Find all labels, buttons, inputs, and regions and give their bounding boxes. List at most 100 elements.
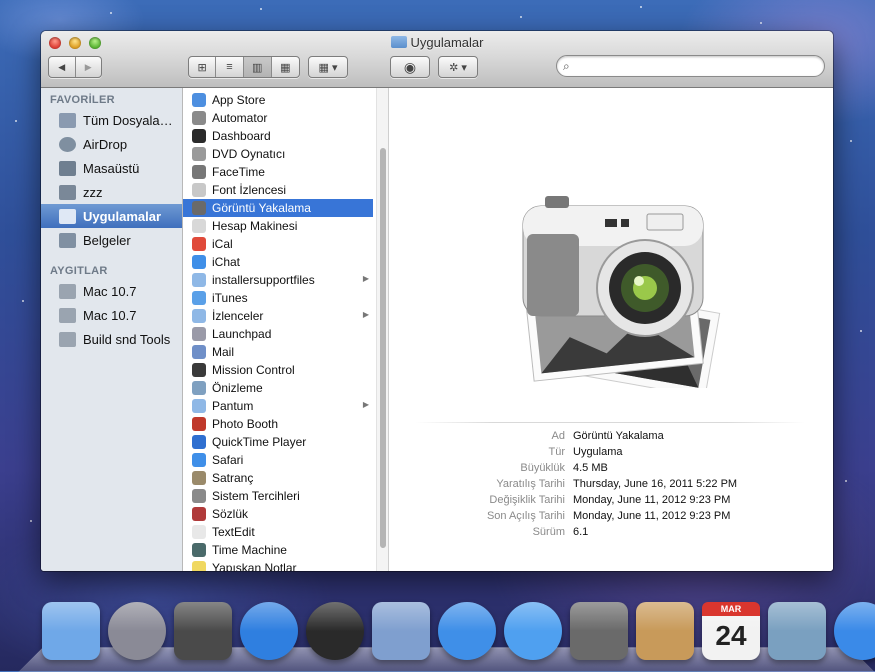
app-icon	[192, 363, 206, 377]
forward-button[interactable]: ▶	[76, 57, 102, 77]
file-row[interactable]: Time Machine	[183, 541, 373, 559]
file-label: iTunes	[212, 291, 248, 305]
file-label: Safari	[212, 453, 244, 467]
iphoto-icon[interactable]	[768, 602, 826, 660]
app-store-icon[interactable]	[240, 602, 298, 660]
info-row: Tür Uygulama	[389, 446, 833, 462]
info-value: 6.1	[573, 526, 589, 538]
file-row[interactable]: Dashboard	[183, 127, 373, 145]
action-button[interactable]: ✲ ▾	[438, 56, 478, 78]
info-row: Yaratılış Tarihi Thursday, June 16, 2011 …	[389, 478, 833, 494]
folder-icon	[390, 36, 407, 48]
file-label: Mission Control	[212, 363, 295, 377]
file-row[interactable]: Photo Booth	[183, 415, 373, 433]
icon-view-button[interactable]: ⊞	[189, 57, 217, 77]
disk-icon	[59, 331, 76, 347]
sidebar-item-disk[interactable]: Build snd Tools	[41, 327, 182, 351]
home-icon	[59, 184, 76, 200]
file-row[interactable]: Satranç	[183, 469, 373, 487]
grid-icon: ⊞	[197, 61, 207, 74]
file-row[interactable]: FaceTime	[183, 163, 373, 181]
scrollbar-thumb[interactable]	[380, 148, 386, 548]
desktop-icon	[59, 160, 76, 176]
launchpad-icon[interactable]	[108, 602, 166, 660]
file-row[interactable]: Launchpad	[183, 325, 373, 343]
file-row[interactable]: Font İzlencesi	[183, 181, 373, 199]
arrange-button[interactable]: ▦ ▾	[308, 56, 348, 78]
info-key: Tür	[548, 446, 566, 458]
dashboard-icon[interactable]	[306, 602, 364, 660]
file-row[interactable]: İzlenceler ▶	[183, 307, 373, 325]
file-row[interactable]: Görüntü Yakalama	[183, 199, 373, 217]
file-row[interactable]: Pantum ▶	[183, 397, 373, 415]
file-row[interactable]: Sistem Tercihleri	[183, 487, 373, 505]
sidebar: FAVORİLER Tüm Dosyala… AirDrop Masaüstü …	[41, 88, 183, 571]
safari-icon[interactable]	[438, 602, 496, 660]
file-row[interactable]: TextEdit	[183, 523, 373, 541]
search-input[interactable]	[579, 58, 818, 74]
file-label: QuickTime Player	[212, 435, 307, 449]
file-row[interactable]: iTunes	[183, 289, 373, 307]
file-row[interactable]: App Store	[183, 91, 373, 109]
toolbar: Uygulamalar ◀ ▶ ⊞ ≡ ▥ ▦ ▦ ▾ ◉ ✲ ▾ ⌕	[41, 31, 833, 88]
file-row[interactable]: DVD Oynatıcı	[183, 145, 373, 163]
sidebar-item-desktop[interactable]: Masaüstü	[41, 156, 182, 180]
list-view-button[interactable]: ≡	[216, 57, 244, 77]
cover-flow-button[interactable]: ▦	[272, 57, 299, 77]
file-row[interactable]: Sözlük	[183, 505, 373, 523]
file-label: Hesap Makinesi	[212, 219, 298, 233]
search-field[interactable]: ⌕	[556, 55, 825, 77]
file-row[interactable]: Mission Control	[183, 361, 373, 379]
file-label: FaceTime	[212, 165, 265, 179]
sidebar-item-all-files[interactable]: Tüm Dosyala…	[41, 108, 182, 132]
search-icon: ⌕	[563, 59, 570, 73]
ical-icon[interactable]: MAR 24	[702, 602, 760, 660]
documents-icon	[59, 232, 76, 248]
file-row[interactable]: iChat	[183, 253, 373, 271]
file-row[interactable]: Automator	[183, 109, 373, 127]
sidebar-item-applications[interactable]: Uygulamalar	[41, 204, 182, 228]
address-book-icon[interactable]	[636, 602, 694, 660]
sidebar-item-airdrop[interactable]: AirDrop	[41, 132, 182, 156]
sidebar-item-home[interactable]: zzz	[41, 180, 182, 204]
file-label: installersupportfiles	[212, 273, 315, 287]
mail-icon[interactable]	[372, 602, 430, 660]
finder-window: Uygulamalar ◀ ▶ ⊞ ≡ ▥ ▦ ▦ ▾ ◉ ✲ ▾ ⌕ FAVO…	[41, 31, 833, 571]
app-icon	[192, 489, 206, 503]
file-label: İzlenceler	[212, 309, 264, 323]
finder-icon[interactable]	[42, 602, 100, 660]
app-icon	[192, 93, 206, 107]
app-icon	[192, 111, 206, 125]
disk-icon	[59, 283, 76, 299]
list-icon: ≡	[226, 61, 233, 73]
mission-control-icon[interactable]	[174, 602, 232, 660]
info-key: Ad	[551, 430, 565, 442]
sidebar-item-disk[interactable]: Mac 10.7	[41, 279, 182, 303]
file-row[interactable]: Safari	[183, 451, 373, 469]
all-files-icon	[59, 112, 76, 128]
file-row[interactable]: QuickTime Player	[183, 433, 373, 451]
sidebar-item-documents[interactable]: Belgeler	[41, 228, 182, 252]
info-row: Sürüm 6.1	[389, 526, 833, 542]
scrollbar[interactable]	[376, 88, 388, 571]
quick-look-button[interactable]: ◉	[390, 56, 430, 78]
facetime-icon[interactable]	[570, 602, 628, 660]
gear-icon: ✲ ▾	[449, 61, 467, 74]
column-view-button[interactable]: ▥	[243, 57, 272, 77]
file-row[interactable]: installersupportfiles ▶	[183, 271, 373, 289]
file-label: iCal	[212, 237, 233, 251]
file-label: App Store	[212, 93, 266, 107]
file-row[interactable]: Önizleme	[183, 379, 373, 397]
file-column[interactable]: Yapışkan Notlar Time Machine TextEdit Sözlü…	[183, 88, 389, 571]
app-icon	[192, 129, 206, 143]
sidebar-item-disk[interactable]: Mac 10.7	[41, 303, 182, 327]
app-icon	[192, 345, 206, 359]
back-button[interactable]: ◀	[49, 57, 76, 77]
file-row[interactable]: Mail	[183, 343, 373, 361]
app-icon	[192, 201, 206, 215]
file-row[interactable]: iCal	[183, 235, 373, 253]
info-value: Monday, June 11, 2012 9:23 PM	[573, 510, 731, 522]
file-row[interactable]: Hesap Makinesi	[183, 217, 373, 235]
file-row[interactable]: Yapışkan Notlar	[183, 559, 373, 571]
ichat-icon[interactable]	[504, 602, 562, 660]
